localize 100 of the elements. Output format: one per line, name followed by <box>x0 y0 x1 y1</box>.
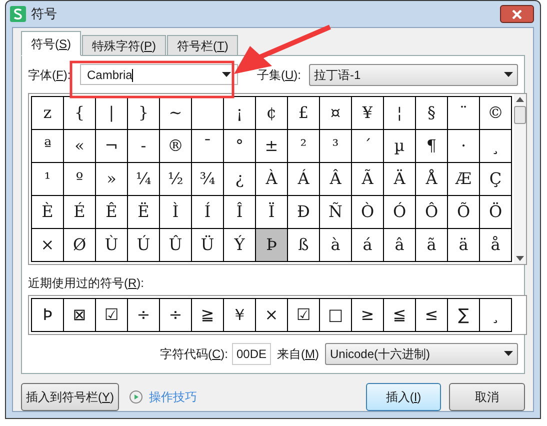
symbol-cell[interactable]: ´ <box>352 130 384 163</box>
symbol-cell[interactable]: Ö <box>480 196 512 229</box>
symbol-cell[interactable]: ß <box>288 229 320 262</box>
symbol-cell[interactable]: Å <box>416 163 448 196</box>
tab[interactable]: 特殊字符(P) <box>82 35 166 56</box>
symbol-cell[interactable]: Ò <box>352 196 384 229</box>
recent-symbol-cell[interactable]: × <box>256 299 288 332</box>
symbol-cell[interactable]: Ð <box>288 196 320 229</box>
scroll-up-arrow-icon[interactable] <box>516 97 524 102</box>
symbol-cell[interactable]: ¬ <box>96 130 128 163</box>
symbol-cell[interactable]: ¡ <box>224 97 256 130</box>
symbol-cell[interactable]: ¸ <box>480 130 512 163</box>
symbol-cell[interactable]: ° <box>224 130 256 163</box>
symbol-cell[interactable]: ± <box>256 130 288 163</box>
symbol-cell[interactable]: · <box>448 130 480 163</box>
symbol-cell[interactable]: » <box>96 163 128 196</box>
symbol-cell[interactable]: Ë <box>128 196 160 229</box>
symbol-cell[interactable]: Õ <box>448 196 480 229</box>
symbol-cell[interactable]: ¿ <box>224 163 256 196</box>
symbol-cell[interactable]: £ <box>288 97 320 130</box>
symbol-cell[interactable]: ¦ <box>384 97 416 130</box>
insert-button[interactable]: 插入(I) <box>366 383 441 411</box>
symbol-cell[interactable]: z <box>32 97 64 130</box>
symbol-cell[interactable]: È <box>32 196 64 229</box>
symbol-cell[interactable]: ® <box>160 130 192 163</box>
cancel-button[interactable]: 取消 <box>449 383 525 411</box>
symbol-cell[interactable]: Î <box>224 196 256 229</box>
tab[interactable]: 符号(S) <box>21 31 82 56</box>
symbol-cell[interactable]: ¶ <box>416 130 448 163</box>
symbol-cell[interactable]: Ú <box>128 229 160 262</box>
symbol-cell[interactable]: Ù <box>96 229 128 262</box>
recent-symbol-cell[interactable]: ÷ <box>128 299 160 332</box>
symbol-cell[interactable]: ~ <box>160 97 192 130</box>
symbol-cell[interactable]: Ï <box>256 196 288 229</box>
symbol-cell[interactable]: ¨ <box>448 97 480 130</box>
symbol-cell[interactable]: Ä <box>384 163 416 196</box>
symbol-cell[interactable]: ¯ <box>192 130 224 163</box>
symbol-cell[interactable]: ª <box>32 130 64 163</box>
symbol-cell[interactable]: µ <box>384 130 416 163</box>
recent-symbol-cell[interactable]: Þ <box>32 299 64 332</box>
symbol-cell[interactable]: Ó <box>384 196 416 229</box>
insert-to-bar-button[interactable]: 插入到符号栏(Y) <box>21 383 120 411</box>
recent-symbol-cell[interactable]: ￥ <box>224 299 256 332</box>
char-code-field[interactable]: 00DE <box>232 342 271 364</box>
recent-symbol-cell[interactable]: ⊠ <box>64 299 96 332</box>
symbol-cell[interactable]: Â <box>320 163 352 196</box>
symbol-cell[interactable]: } <box>128 97 160 130</box>
symbol-cell[interactable]: Ì <box>160 196 192 229</box>
symbol-cell[interactable]: ¥ <box>352 97 384 130</box>
recent-symbol-cell[interactable]: ∑ <box>448 299 480 332</box>
recent-symbol-cell[interactable]: ☑ <box>288 299 320 332</box>
symbol-cell[interactable]: Ü <box>192 229 224 262</box>
recent-symbol-cell[interactable]: ¸ <box>480 299 512 332</box>
symbol-cell[interactable]: ¼ <box>128 163 160 196</box>
recent-symbol-cell[interactable]: ≧ <box>192 299 224 332</box>
symbol-cell[interactable]: á <box>352 229 384 262</box>
symbol-cell[interactable]: § <box>416 97 448 130</box>
scroll-down-arrow-icon[interactable] <box>516 256 524 261</box>
symbol-cell[interactable]: Þ <box>256 229 288 262</box>
close-button[interactable] <box>500 5 534 23</box>
symbol-cell[interactable]: Ô <box>416 196 448 229</box>
symbol-cell[interactable]: ¹ <box>32 163 64 196</box>
symbol-cell[interactable]: ã <box>416 229 448 262</box>
recent-symbol-cell[interactable]: ≤ <box>416 299 448 332</box>
symbol-cell[interactable]: à <box>320 229 352 262</box>
scrollbar[interactable] <box>514 94 526 264</box>
symbol-cell[interactable]: Û <box>160 229 192 262</box>
recent-symbol-cell[interactable]: ≥ <box>352 299 384 332</box>
symbol-cell[interactable]: â <box>384 229 416 262</box>
recent-symbol-cell[interactable]: ☑ <box>96 299 128 332</box>
symbol-cell[interactable] <box>192 97 224 130</box>
symbol-cell[interactable]: - <box>128 130 160 163</box>
symbol-cell[interactable]: Ñ <box>320 196 352 229</box>
symbol-cell[interactable]: ¤ <box>320 97 352 130</box>
symbol-cell[interactable]: ¾ <box>192 163 224 196</box>
recent-symbol-cell[interactable]: ÷ <box>160 299 192 332</box>
symbol-cell[interactable]: © <box>480 97 512 130</box>
symbol-cell[interactable]: × <box>32 229 64 262</box>
font-combobox[interactable]: Cambria <box>80 64 238 85</box>
symbol-cell[interactable]: Æ <box>448 163 480 196</box>
symbol-cell[interactable]: À <box>256 163 288 196</box>
symbol-cell[interactable]: Ã <box>352 163 384 196</box>
symbol-cell[interactable]: É <box>64 196 96 229</box>
symbol-cell[interactable]: ä <box>448 229 480 262</box>
scroll-thumb[interactable] <box>514 106 526 124</box>
symbol-cell[interactable]: ½ <box>160 163 192 196</box>
symbol-cell[interactable]: Í <box>192 196 224 229</box>
symbol-cell[interactable]: | <box>96 97 128 130</box>
symbol-cell[interactable]: Ø <box>64 229 96 262</box>
symbol-cell[interactable]: Á <box>288 163 320 196</box>
symbol-cell[interactable]: « <box>64 130 96 163</box>
encoding-dropdown[interactable]: Unicode(十六进制) <box>325 342 518 364</box>
symbol-cell[interactable]: å <box>480 229 512 262</box>
symbol-cell[interactable]: Ê <box>96 196 128 229</box>
symbol-cell[interactable]: ¢ <box>256 97 288 130</box>
symbol-cell[interactable]: Ç <box>480 163 512 196</box>
recent-symbol-cell[interactable]: □ <box>320 299 352 332</box>
symbol-cell[interactable]: { <box>64 97 96 130</box>
subset-dropdown[interactable]: 拉丁语-1 <box>309 64 518 86</box>
symbol-cell[interactable]: ² <box>288 130 320 163</box>
